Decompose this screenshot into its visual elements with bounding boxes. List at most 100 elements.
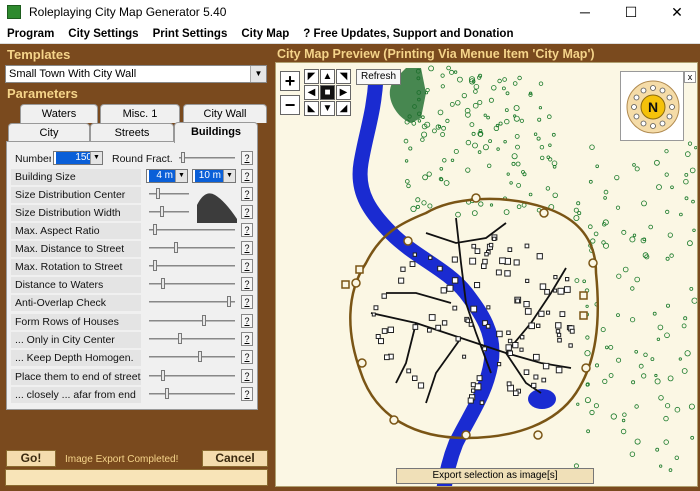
tab-streets[interactable]: Streets [90,123,174,142]
parameter-label: Max. Rotation to Street [11,259,141,275]
slider-thumb[interactable] [202,315,207,326]
parameter-slider[interactable] [149,301,235,303]
help-icon[interactable]: ? [241,205,253,219]
slider-thumb[interactable] [159,206,164,217]
compass-icon: N [626,80,680,134]
pan-right-button[interactable]: ▶ [336,85,351,100]
help-icon[interactable]: ? [241,169,253,183]
zoom-in-button[interactable]: + [280,71,300,91]
slider-thumb[interactable] [198,351,203,362]
zoom-out-button[interactable]: − [280,95,300,115]
help-icon[interactable]: ? [241,295,253,309]
compass-letter: N [648,99,658,115]
slider-thumb[interactable] [153,260,158,271]
slider-thumb[interactable] [153,224,158,235]
go-button[interactable]: Go! [6,450,56,467]
parameter-label: Place them to end of streets [11,369,141,385]
menu-bar: Program City Settings Print Settings Cit… [0,24,700,44]
chevron-down-icon[interactable]: ▼ [175,170,187,182]
help-icon[interactable]: ? [241,223,253,237]
refresh-button[interactable]: Refresh [356,69,402,85]
parameter-slider[interactable] [149,320,235,322]
help-icon[interactable]: ? [241,277,253,291]
tab-waters[interactable]: Waters [20,104,98,123]
parameter-slider[interactable] [149,247,235,249]
help-icon[interactable]: ? [241,259,253,273]
round-fract-slider[interactable] [179,157,235,159]
slider-thumb[interactable] [161,370,166,381]
close-button[interactable]: ✕ [654,0,700,24]
parameter-row: Form Rows of Houses? [7,312,259,330]
parameter-slider[interactable] [149,356,235,358]
slider-thumb[interactable] [161,278,166,289]
compass-widget[interactable]: N [620,71,684,141]
slider-thumb[interactable] [226,296,231,307]
help-icon[interactable]: ? [241,332,253,346]
parameter-label: Size Distribution Center [11,187,141,203]
menu-city-settings[interactable]: City Settings [68,28,138,40]
parameter-row: ... Only in City Center? [7,330,259,348]
parameter-slider[interactable] [149,338,235,340]
parameter-label: ... Keep Depth Homogen. [11,350,141,366]
menu-support[interactable]: ? Free Updates, Support and Donation [303,28,513,40]
building-size-min-select[interactable]: 4 m ▼ [146,169,188,183]
help-icon[interactable]: ? [241,369,253,383]
minimize-button[interactable]: ─ [562,0,608,24]
parameter-slider[interactable] [149,265,235,267]
help-icon[interactable]: ? [241,187,253,201]
slider-thumb[interactable] [177,333,182,344]
tab-misc-1[interactable]: Misc. 1 [100,104,180,123]
slider-thumb[interactable] [156,188,161,199]
parameter-label: Form Rows of Houses [11,314,141,330]
menu-city-map[interactable]: City Map [241,28,289,40]
menu-program[interactable]: Program [7,28,54,40]
pan-down-button[interactable]: ▼ [320,101,335,116]
city-map-preview[interactable]: + − ◤ ▲ ◥ ◀ ■ ▶ ◣ ▼ ◢ Refresh N x Export… [275,62,698,487]
number-row: Number 150 ▼ Round Fract. ? [7,149,259,167]
pan-center-button[interactable]: ■ [320,85,335,100]
help-icon[interactable]: ? [241,151,253,165]
building-size-label: Building Size [11,169,141,185]
building-size-max-value: 10 m [195,170,223,182]
pan-down-left-button[interactable]: ◣ [304,101,319,116]
parameter-label: Max. Aspect Ratio [11,223,141,239]
slider-thumb[interactable] [165,388,170,399]
help-icon[interactable]: ? [241,350,253,364]
parameter-slider[interactable] [149,393,235,395]
cancel-button[interactable]: Cancel [202,450,268,467]
pan-up-right-button[interactable]: ◥ [336,69,351,84]
export-button[interactable]: Export selection as image[s] [396,468,594,484]
help-icon[interactable]: ? [241,241,253,255]
tab-city-wall[interactable]: City Wall [183,104,267,123]
parameter-slider[interactable] [149,229,235,231]
pan-left-button[interactable]: ◀ [304,85,319,100]
pan-up-button[interactable]: ▲ [320,69,335,84]
parameter-label: Distance to Waters [11,277,141,293]
template-select[interactable]: Small Town With City Wall ▼ [5,65,267,83]
slider-thumb[interactable] [181,152,185,163]
number-input[interactable]: 150 ▼ [53,151,103,165]
parameters-heading: Parameters [7,86,78,101]
help-icon[interactable]: ? [241,314,253,328]
slider-thumb[interactable] [173,242,178,253]
tab-city[interactable]: City [8,123,90,142]
building-size-max-select[interactable]: 10 m ▼ [192,169,236,183]
pan-up-left-button[interactable]: ◤ [304,69,319,84]
chevron-down-icon[interactable]: ▼ [250,66,266,82]
chevron-down-icon[interactable]: ▼ [223,170,235,182]
building-size-row: Building Size 4 m ▼ 10 m ▼ ? [7,167,259,185]
menu-print-settings[interactable]: Print Settings [153,28,228,40]
parameter-slider[interactable] [149,193,189,195]
parameter-slider[interactable] [149,211,189,213]
pan-down-right-button[interactable]: ◢ [336,101,351,116]
chevron-down-icon[interactable]: ▼ [90,152,102,164]
close-icon[interactable]: x [684,71,696,83]
maximize-button[interactable]: ☐ [608,0,654,24]
help-icon[interactable]: ? [241,387,253,401]
tab-buildings[interactable]: Buildings [174,122,258,143]
parameter-row: Max. Rotation to Street? [7,257,259,275]
parameter-row: ... closely ... afar from end? [7,385,259,403]
parameter-row: Place them to end of streets? [7,367,259,385]
number-value: 150 [56,152,94,164]
parameter-row: Distance to Waters? [7,275,259,293]
